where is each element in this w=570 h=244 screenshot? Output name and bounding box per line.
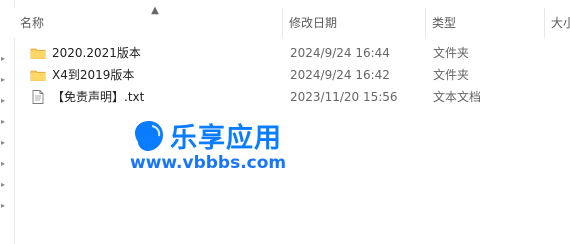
column-header-row: ▲ 名称 修改日期 类型 大小: [14, 6, 570, 38]
text-file-icon: [30, 89, 46, 105]
file-type: 文件夹: [433, 46, 470, 60]
pin-icon[interactable]: ▸: [1, 160, 9, 168]
file-date-modified: 2023/11/20 15:56: [290, 90, 398, 104]
pin-icon[interactable]: ▸: [1, 202, 9, 210]
folder-icon: [30, 67, 46, 83]
file-type: 文件夹: [433, 68, 470, 82]
brand-url: www.vbbbs.com: [130, 153, 287, 173]
file-name: 2020.2021版本: [52, 46, 141, 60]
file-date-modified: 2024/9/24 16:42: [290, 68, 390, 82]
pin-icon[interactable]: ▸: [1, 139, 9, 147]
folder-icon: [30, 45, 46, 61]
pin-icon[interactable]: ▸: [1, 118, 9, 126]
file-explorer-view: ▸ ▸ ▸ ▸ ▸ ▸ ▸ ▸ ▲ 名称 修改日期 类型 大小 2020.202…: [0, 0, 570, 244]
pin-icon[interactable]: ▸: [1, 97, 9, 105]
list-item[interactable]: X4到2019版本 2024/9/24 16:42 文件夹: [14, 64, 570, 86]
brand-logo-icon: [130, 118, 168, 156]
pin-icon[interactable]: ▸: [1, 76, 9, 84]
list-item[interactable]: 2020.2021版本 2024/9/24 16:44 文件夹: [14, 42, 570, 64]
navigation-pane[interactable]: ▸ ▸ ▸ ▸ ▸ ▸ ▸ ▸: [0, 0, 15, 244]
brand-name: 乐享应用: [170, 123, 282, 154]
column-header-name[interactable]: 名称: [14, 8, 282, 38]
list-item[interactable]: 【免责声明】.txt 2023/11/20 15:56 文本文档: [14, 86, 570, 108]
file-name: X4到2019版本: [52, 68, 135, 82]
pin-icon[interactable]: ▸: [1, 181, 9, 189]
column-divider[interactable]: [544, 8, 545, 38]
watermark: 乐享应用 www.vbbbs.com: [130, 116, 330, 184]
file-type: 文本文档: [433, 90, 482, 104]
column-header-size[interactable]: 大小: [544, 8, 570, 38]
column-header-date-modified[interactable]: 修改日期: [282, 8, 425, 38]
pin-icon[interactable]: ▸: [1, 55, 9, 63]
file-name: 【免责声明】.txt: [52, 90, 145, 104]
file-date-modified: 2024/9/24 16:44: [290, 46, 390, 60]
column-header-type[interactable]: 类型: [425, 8, 492, 38]
